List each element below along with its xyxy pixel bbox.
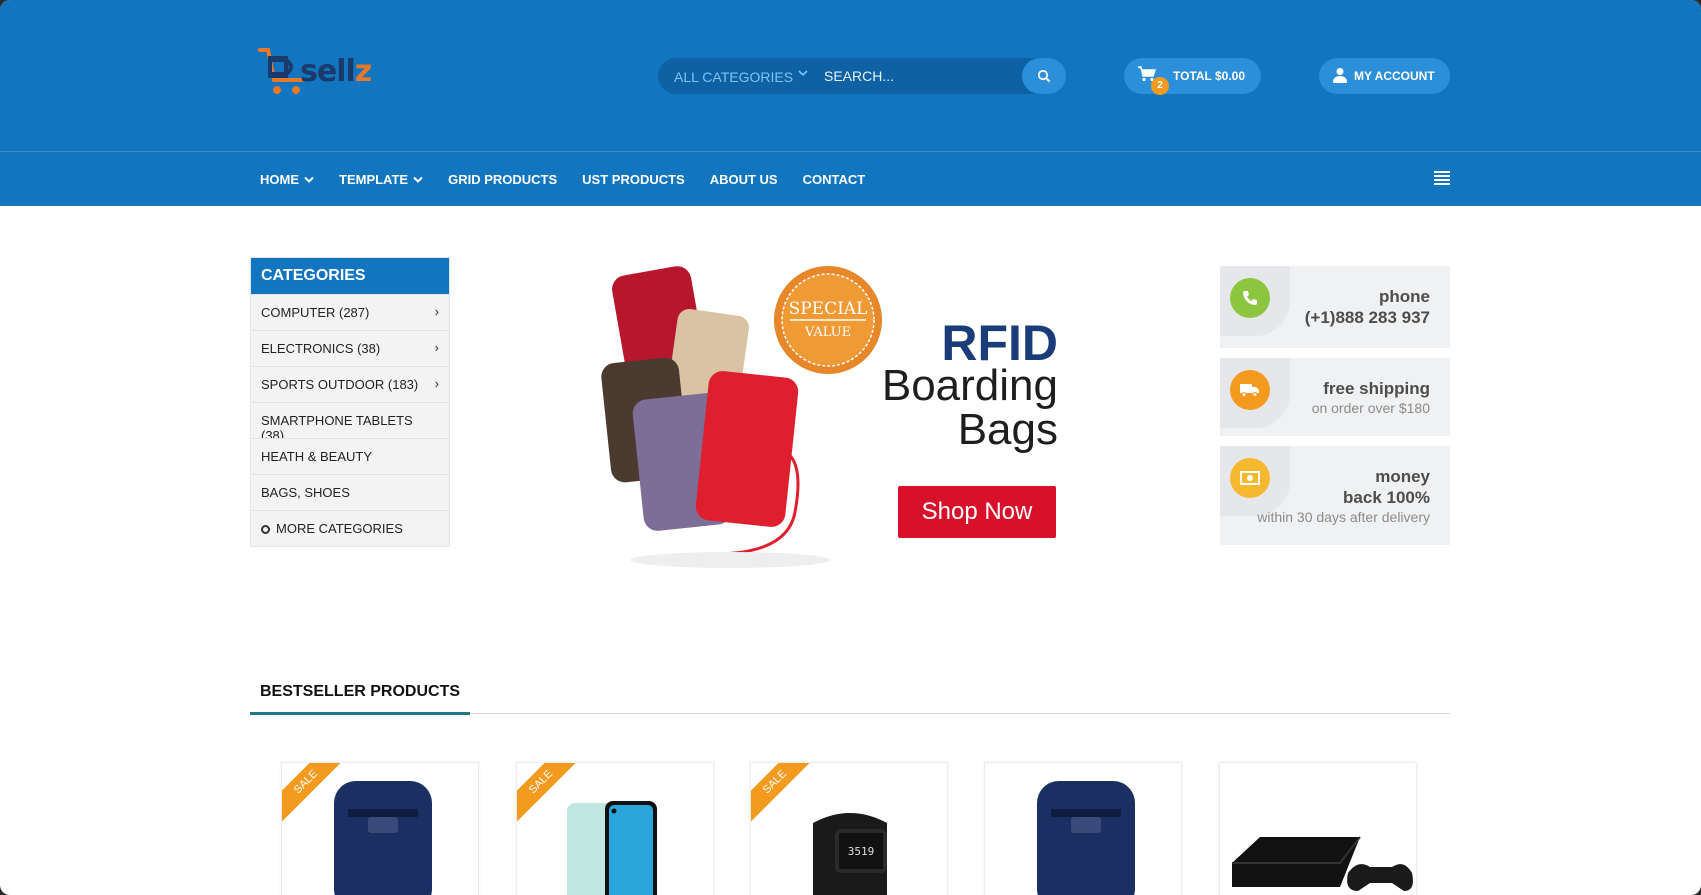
phone-icon xyxy=(1230,278,1270,318)
svg-text:3519: 3519 xyxy=(848,845,875,858)
category-item-computer[interactable]: COMPUTER (287) › xyxy=(251,294,449,330)
category-item-electronics[interactable]: ELECTRONICS (38) › xyxy=(251,330,449,366)
backpack-image xyxy=(334,781,432,895)
money-title-line1: money xyxy=(1375,467,1430,486)
product-card[interactable] xyxy=(984,762,1182,895)
categories-title: CATEGORIES xyxy=(251,258,449,294)
bestseller-title: BESTSELLER PRODUCTS xyxy=(260,683,461,700)
product-card[interactable]: SALE xyxy=(516,762,714,895)
shipping-title: free shipping xyxy=(1323,379,1430,398)
money-title-line2: back 100% xyxy=(1343,488,1430,507)
truck-icon xyxy=(1230,370,1270,410)
phone-title: phone xyxy=(1379,287,1430,306)
category-item-sports-outdoor[interactable]: SPORTS OUTDOOR (183) › xyxy=(251,366,449,402)
site-logo[interactable]: sellz xyxy=(258,46,398,106)
phone-number[interactable]: (+1)888 283 937 xyxy=(1305,307,1430,328)
info-box-phone: phone (+1)888 283 937 xyxy=(1220,266,1450,348)
logo-text: sellz xyxy=(300,54,372,89)
nav-item-template[interactable]: TEMPLATE xyxy=(339,172,423,187)
page: sellz ALL CATEGORIES 2 TOTAL $0.00 MY AC… xyxy=(0,0,1701,895)
my-account-label: MY ACCOUNT xyxy=(1354,69,1435,83)
money-icon xyxy=(1230,458,1270,498)
nav-item-home[interactable]: HOME xyxy=(260,172,314,187)
nav-item-contact[interactable]: CONTACT xyxy=(803,172,866,187)
category-item-smartphone-tablets[interactable]: SMARTPHONE TABLETS (38) xyxy=(251,402,449,443)
info-box-shipping: free shipping on order over $180 xyxy=(1220,358,1450,436)
chevron-down-icon xyxy=(413,176,423,183)
top-header: sellz ALL CATEGORIES 2 TOTAL $0.00 MY AC… xyxy=(0,0,1701,151)
chevron-right-icon: › xyxy=(434,340,439,355)
category-item-health-beauty[interactable]: HEATH & BEAUTY xyxy=(251,438,449,474)
banner-subheadline: Boarding Bags xyxy=(881,361,1058,454)
nav-item-grid-products[interactable]: GRID PRODUCTS xyxy=(448,172,557,187)
nav-item-list-products[interactable]: UST PRODUCTS xyxy=(582,172,685,187)
shop-now-button[interactable]: Shop Now xyxy=(898,486,1056,538)
cart-count-badge: 2 xyxy=(1151,77,1169,95)
category-item-bags-shoes[interactable]: BAGS, SHOES xyxy=(251,474,449,510)
backpack-image xyxy=(1037,781,1135,895)
seal-bottom-text: VALUE xyxy=(804,325,851,340)
user-icon xyxy=(1333,68,1347,83)
smartwatch-image: 3519 xyxy=(813,813,887,895)
chevron-right-icon: › xyxy=(434,376,439,391)
hamburger-menu-icon[interactable] xyxy=(1434,171,1450,185)
product-card[interactable]: SALE 3519 xyxy=(750,762,948,895)
seal-top-text: SPECIAL xyxy=(789,299,868,319)
search-icon xyxy=(1037,69,1051,83)
game-console-image xyxy=(1232,836,1413,891)
nav-item-about-us[interactable]: ABOUT US xyxy=(710,172,778,187)
smartphone-image xyxy=(567,801,657,895)
my-account-button[interactable]: MY ACCOUNT xyxy=(1319,58,1450,94)
cart-total: TOTAL $0.00 xyxy=(1173,69,1246,83)
more-categories-link[interactable]: MORE CATEGORIES xyxy=(251,510,449,546)
chevron-down-icon[interactable] xyxy=(798,67,808,81)
nav-items: HOME TEMPLATE GRID PRODUCTS UST PRODUCTS… xyxy=(260,152,890,207)
main-nav: HOME TEMPLATE GRID PRODUCTS UST PRODUCTS… xyxy=(0,151,1701,206)
section-title-underline xyxy=(250,712,470,715)
product-card[interactable]: SALE xyxy=(281,762,479,895)
search-category-select[interactable]: ALL CATEGORIES xyxy=(674,69,793,85)
money-subtitle: within 30 days after delivery xyxy=(1257,509,1430,525)
plus-circle-icon xyxy=(261,525,270,534)
search-button[interactable] xyxy=(1022,58,1066,94)
product-card[interactable] xyxy=(1219,762,1417,895)
search-bar: ALL CATEGORIES xyxy=(658,58,1066,94)
shipping-subtitle: on order over $180 xyxy=(1311,400,1430,416)
special-value-seal: SPECIAL VALUE xyxy=(774,266,882,374)
chevron-right-icon: › xyxy=(434,304,439,319)
cart-button[interactable]: 2 TOTAL $0.00 xyxy=(1124,58,1261,95)
promo-banner[interactable]: SPECIAL VALUE RFID Boarding Bags Shop Now xyxy=(600,262,1070,572)
search-input[interactable] xyxy=(824,64,1004,88)
info-box-money-back: money back 100% within 30 days after del… xyxy=(1220,446,1450,545)
categories-panel: CATEGORIES COMPUTER (287) › ELECTRONICS (… xyxy=(250,257,450,547)
chevron-down-icon xyxy=(304,176,314,183)
